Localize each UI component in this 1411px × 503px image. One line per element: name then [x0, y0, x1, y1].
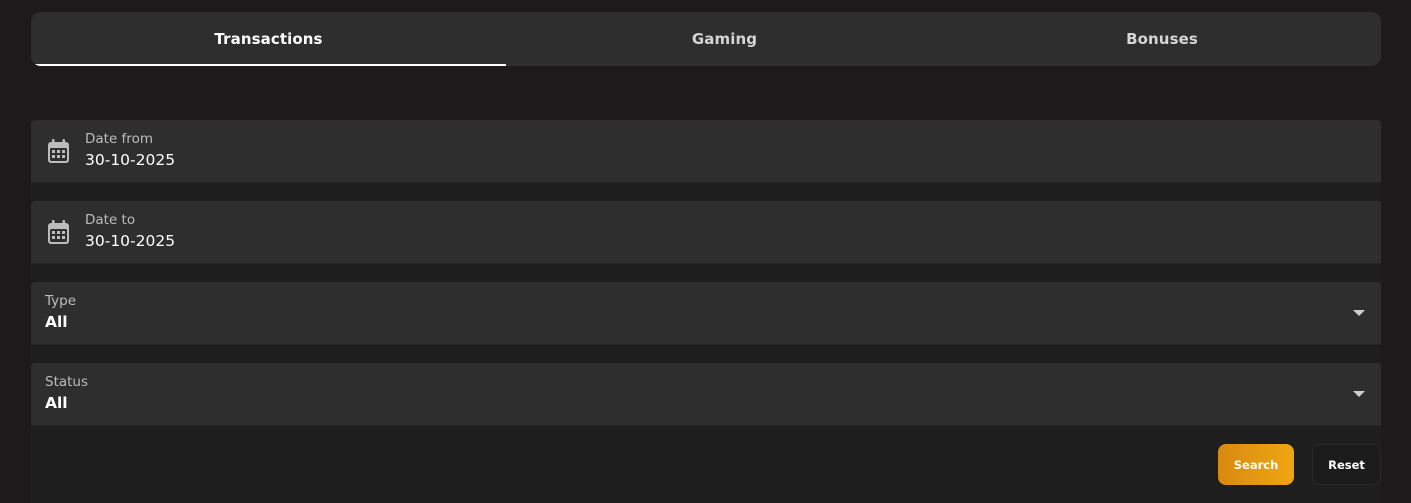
filter-form: Date from 30-10-2025 Date to 30-10-2025 … [31, 120, 1381, 503]
calendar-icon [48, 139, 69, 163]
tab-gaming[interactable]: Gaming [506, 12, 943, 66]
calendar-icon [48, 220, 69, 244]
date-to-label: Date to [85, 212, 136, 228]
date-to-field[interactable]: Date to 30-10-2025 [31, 201, 1381, 264]
reset-button[interactable]: Reset [1312, 444, 1381, 485]
status-select[interactable]: Status All [31, 363, 1381, 426]
caret-down-icon[interactable] [1353, 391, 1365, 397]
date-to-value[interactable]: 30-10-2025 [85, 232, 175, 250]
date-from-label: Date from [85, 131, 153, 147]
date-from-value[interactable]: 30-10-2025 [85, 151, 175, 169]
tab-bar: Transactions Gaming Bonuses [31, 12, 1381, 66]
type-label: Type [45, 293, 77, 309]
search-button[interactable]: Search [1218, 444, 1294, 485]
tab-bonuses[interactable]: Bonuses [943, 12, 1381, 66]
date-from-field[interactable]: Date from 30-10-2025 [31, 120, 1381, 183]
type-select[interactable]: Type All [31, 282, 1381, 345]
tab-transactions[interactable]: Transactions [31, 12, 506, 66]
page: Transactions Gaming Bonuses Date from 30… [0, 0, 1411, 503]
type-value: All [45, 313, 68, 331]
caret-down-icon[interactable] [1353, 310, 1365, 316]
status-value: All [45, 394, 68, 412]
status-label: Status [45, 374, 89, 390]
